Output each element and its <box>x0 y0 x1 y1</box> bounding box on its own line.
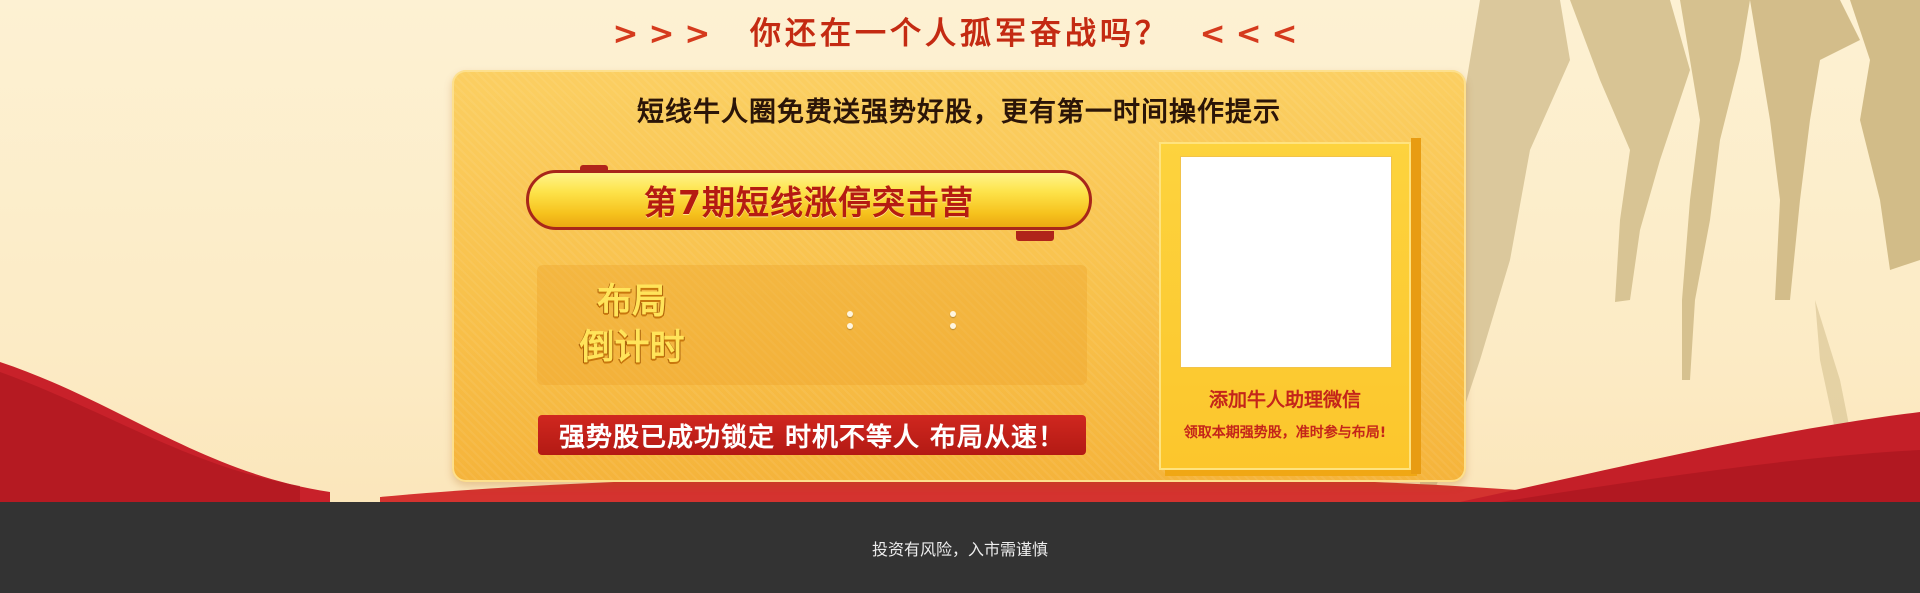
campaign-badge: 第7期短线涨停突击营 <box>526 165 1096 241</box>
countdown-box: 布局 倒计时 <box>537 265 1087 385</box>
promo-panel: 短线牛人圈免费送强势好股，更有第一时间操作提示 第7期短线涨停突击营 布局 倒计… <box>452 70 1466 482</box>
headline-arrows-right: <<< <box>1199 16 1308 52</box>
qr-card-edge <box>1411 138 1421 474</box>
panel-subtitle: 短线牛人圈免费送强势好股，更有第一时间操作提示 <box>637 97 1281 128</box>
slogan-banner: 强势股已成功锁定 时机不等人 布局从速！ <box>538 415 1086 455</box>
hero-headline: >>> 你还在一个人孤军奋战吗？ <<< <box>0 8 1920 53</box>
badge-tab-decoration <box>1016 231 1054 241</box>
countdown-label: 布局 倒计时 <box>557 279 707 371</box>
headline-text: 你还在一个人孤军奋战吗？ <box>750 16 1170 52</box>
footer: 投资有风险，入市需谨慎 <box>0 502 1920 593</box>
risk-notice: 投资有风险，入市需谨慎 <box>871 541 1048 559</box>
headline-arrows-left: >>> <box>612 16 721 52</box>
qr-card: 添加牛人助理微信 领取本期强势股，准时参与布局! <box>1159 138 1421 474</box>
campaign-title: 第7期短线涨停突击营 <box>526 170 1092 230</box>
qr-card-title: 添加牛人助理微信 <box>1208 389 1361 411</box>
qr-code-image <box>1180 156 1392 368</box>
countdown-label-line1: 布局 <box>596 282 667 322</box>
qr-card-subtitle: 领取本期强势股，准时参与布局! <box>1183 425 1387 441</box>
countdown-separator <box>949 311 957 331</box>
countdown-separator <box>846 311 854 331</box>
hero-section: >>> 你还在一个人孤军奋战吗？ <<< 短线牛人圈免费送强势好股，更有第一时间… <box>0 0 1920 502</box>
countdown-label-line2: 倒计时 <box>579 328 685 368</box>
